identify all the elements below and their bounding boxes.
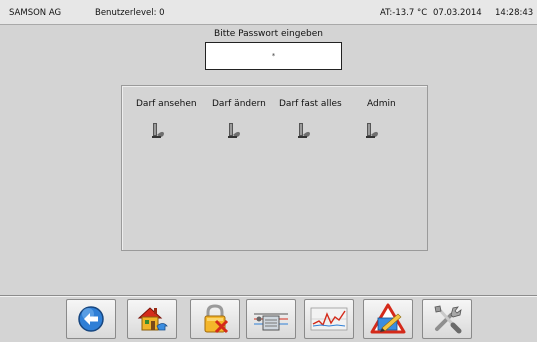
date-display: 07.03.2014 [433, 8, 482, 18]
back-arrow-icon [78, 306, 104, 332]
tools-icon [434, 305, 462, 334]
main-area: Bitte Passwort eingeben * Darf ansehen D… [0, 25, 537, 295]
password-prompt: Bitte Passwort eingeben [214, 29, 323, 39]
outdoor-temperature: AT:-13.7 °C [380, 8, 428, 18]
access-level-label-admin: Admin [367, 99, 396, 109]
plant-schematic-button[interactable] [246, 299, 296, 339]
alarm-warning-icon [370, 303, 406, 334]
toggle-switch-admin[interactable] [366, 121, 380, 139]
plant-schematic-icon [254, 313, 288, 331]
alarm-button[interactable] [363, 299, 413, 339]
access-level-label-almost-all: Darf fast alles [279, 99, 342, 109]
trend-button[interactable] [304, 299, 354, 339]
company-name: SAMSON AG [9, 8, 62, 18]
toggle-switch-edit[interactable] [228, 121, 242, 139]
toggle-switch-almost-all[interactable] [298, 121, 312, 139]
toggle-switch-view[interactable] [152, 121, 166, 139]
settings-button[interactable] [422, 299, 472, 339]
access-level-panel: Darf ansehen Darf ändern Darf fast alles… [121, 85, 428, 251]
password-input[interactable]: * [205, 42, 342, 70]
access-level-label-edit: Darf ändern [212, 99, 266, 109]
home-button[interactable] [127, 299, 177, 339]
login-button[interactable] [190, 299, 240, 339]
user-level: Benutzerlevel: 0 [95, 8, 165, 18]
time-display: 14:28:43 [495, 8, 534, 18]
home-icon [137, 307, 168, 331]
access-level-label-view: Darf ansehen [136, 99, 197, 109]
back-button[interactable] [66, 299, 116, 339]
lock-icon [204, 304, 229, 334]
status-bar: SAMSON AG Benutzerlevel: 0 AT:-13.7 °C 0… [0, 0, 537, 25]
bottom-toolbar [0, 295, 537, 342]
trend-chart-icon [310, 307, 348, 331]
